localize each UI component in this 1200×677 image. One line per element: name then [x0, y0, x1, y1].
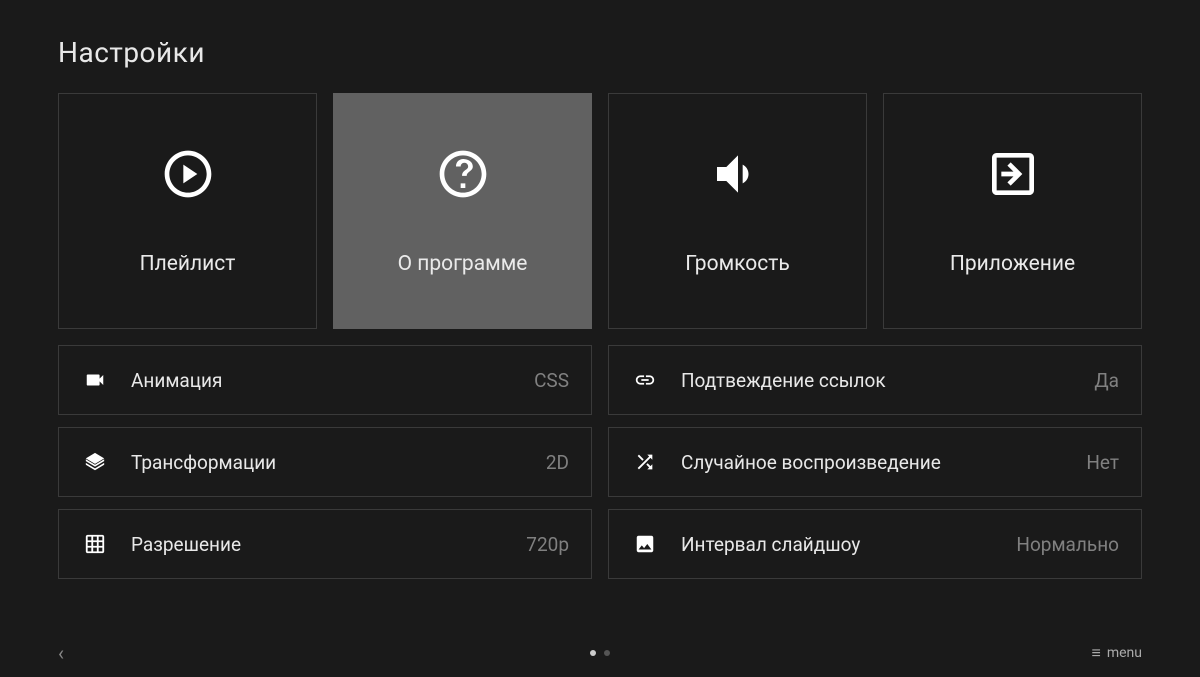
options-grid: Анимация CSS Подтвеждение ссылок Да Тран… [58, 345, 1142, 579]
back-button[interactable]: ‹ [58, 641, 64, 665]
tile-playlist[interactable]: Плейлист [58, 93, 317, 329]
camera-icon [81, 369, 109, 391]
dot-active [590, 650, 596, 656]
tile-volume[interactable]: Громкость [608, 93, 867, 329]
tile-label: О программе [398, 252, 528, 276]
dot [604, 650, 610, 656]
option-label: Разрешение [131, 533, 526, 556]
hamburger-icon: ≡ [1092, 643, 1101, 663]
option-link-confirm[interactable]: Подтвеждение ссылок Да [608, 345, 1142, 415]
menu-button[interactable]: ≡ menu [1092, 643, 1143, 663]
option-label: Интервал слайдшоу [681, 533, 1016, 556]
option-label: Трансформации [131, 451, 546, 474]
tile-about[interactable]: О программе [333, 93, 592, 329]
option-shuffle[interactable]: Случайное воспроизведение Нет [608, 427, 1142, 497]
exit-icon [985, 146, 1041, 202]
option-transforms[interactable]: Трансформации 2D [58, 427, 592, 497]
option-value: 720p [526, 533, 569, 556]
option-value: CSS [534, 369, 569, 392]
tile-label: Плейлист [140, 252, 236, 276]
tile-application[interactable]: Приложение [883, 93, 1142, 329]
option-slideshow-interval[interactable]: Интервал слайдшоу Нормально [608, 509, 1142, 579]
tile-row: Плейлист О программе Громкость Приложени… [58, 93, 1142, 329]
help-circle-icon [435, 146, 491, 202]
image-icon [631, 533, 659, 555]
page-title: Настройки [58, 36, 1142, 69]
layers-icon [81, 451, 109, 473]
footer: ‹ ≡ menu [0, 635, 1200, 671]
tile-label: Громкость [685, 252, 790, 276]
shuffle-icon [631, 451, 659, 473]
option-value: Да [1094, 369, 1119, 392]
grid-icon [81, 533, 109, 555]
option-value: Нет [1086, 451, 1119, 474]
page-dots [590, 650, 610, 656]
option-value: 2D [546, 451, 569, 474]
menu-label: menu [1107, 645, 1142, 661]
option-label: Случайное воспроизведение [681, 451, 1086, 474]
tile-label: Приложение [950, 252, 1075, 276]
option-value: Нормально [1016, 533, 1119, 556]
option-resolution[interactable]: Разрешение 720p [58, 509, 592, 579]
option-label: Анимация [131, 369, 534, 392]
option-label: Подтвеждение ссылок [681, 369, 1094, 392]
volume-icon [710, 146, 766, 202]
play-circle-icon [160, 146, 216, 202]
option-animation[interactable]: Анимация CSS [58, 345, 592, 415]
link-icon [631, 369, 659, 391]
